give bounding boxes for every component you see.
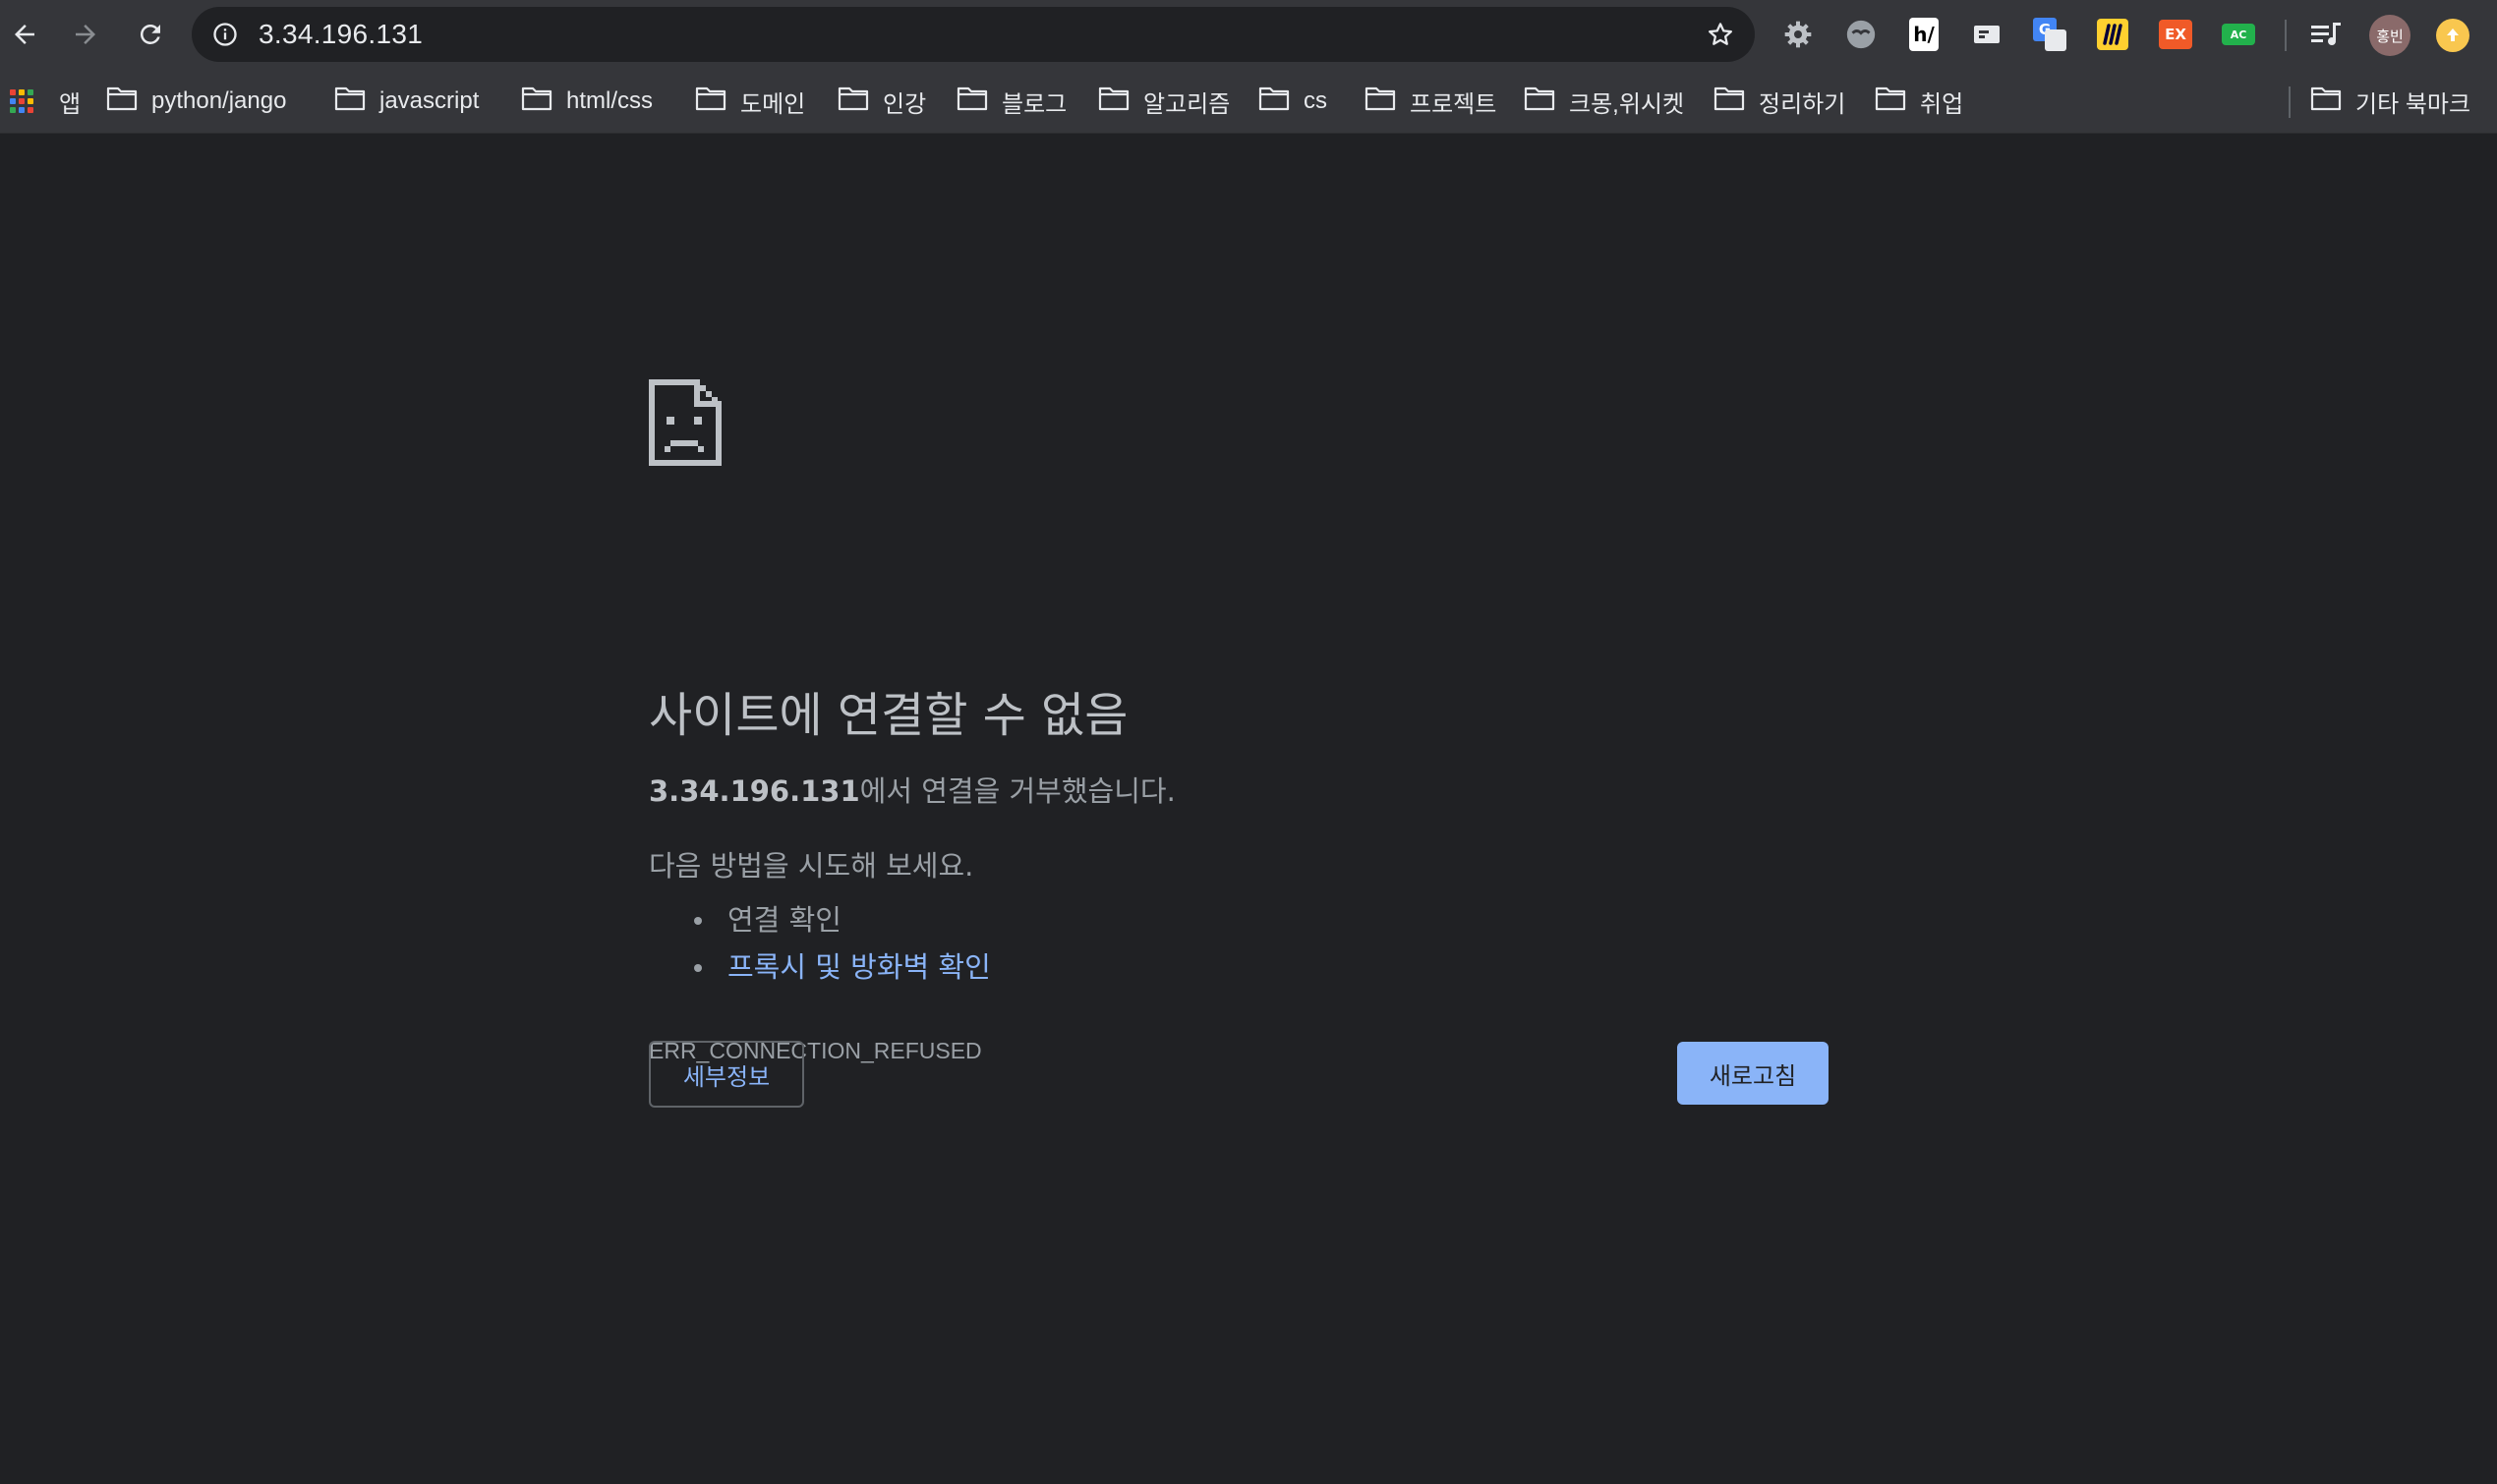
url-text[interactable]: 3.34.196.131 <box>259 7 423 62</box>
bookmark-folder-label: python/jango <box>151 87 287 114</box>
screen-extension-icon[interactable] <box>1967 15 2006 54</box>
folder-icon <box>1098 86 1130 118</box>
folder-icon <box>1365 86 1396 118</box>
folder-icon <box>957 86 988 118</box>
bookmark-folder[interactable]: javascript <box>334 69 479 134</box>
suggestion-check-connection: 연결 확인 <box>649 896 991 943</box>
bookmark-other[interactable]: 기타 북마크 <box>2310 69 2470 134</box>
bookmark-folder[interactable]: cs <box>1258 69 1327 134</box>
toolbar-divider <box>2285 20 2287 51</box>
reload-page-button[interactable]: 새로고침 <box>1677 1042 1829 1105</box>
bookmark-folder-label: 크몽,위시켓 <box>1569 90 1685 118</box>
site-info-icon[interactable] <box>211 21 239 52</box>
error-host: 3.34.196.131 <box>649 774 860 808</box>
bookmark-folder-label: cs <box>1304 87 1327 114</box>
suggestions-title: 다음 방법을 시도해 보세요. <box>649 849 974 883</box>
sad-file-icon <box>649 379 722 470</box>
details-button[interactable]: 세부정보 <box>649 1041 804 1108</box>
error-title: 사이트에 연결할 수 없음 <box>649 688 1129 743</box>
h-extension-icon[interactable]: h/ <box>1904 15 1944 54</box>
bookmark-star-icon[interactable] <box>1706 20 1735 53</box>
bookmark-folder-label: 알고리즘 <box>1143 90 1231 118</box>
bookmark-folder-label: 인강 <box>883 90 927 118</box>
bookmark-folder-label: 정리하기 <box>1759 90 1846 118</box>
error-message: 3.34.196.131에서 연결을 거부했습니다. <box>649 769 1176 810</box>
arrow-left-icon <box>10 20 39 49</box>
folder-icon <box>1875 86 1906 118</box>
bookmark-folder[interactable]: 크몽,위시켓 <box>1524 69 1684 134</box>
bookmark-folder-label: 블로그 <box>1002 90 1068 118</box>
face-extension-icon[interactable] <box>1841 15 1881 54</box>
media-control-icon[interactable] <box>2306 15 2346 54</box>
ex-extension-icon[interactable]: EX <box>2156 15 2195 54</box>
bookmark-folder[interactable]: 프로젝트 <box>1365 69 1496 134</box>
bookmark-apps-label: 앱 <box>59 90 82 118</box>
bookmark-other-label: 기타 북마크 <box>2355 90 2471 118</box>
bookmark-folder[interactable]: 알고리즘 <box>1098 69 1230 134</box>
suggestion-check-proxy-firewall-link[interactable]: 프록시 및 방화벽 확인 <box>649 943 991 991</box>
error-message-suffix: 에서 연결을 거부했습니다. <box>859 774 1176 808</box>
bookmark-folder[interactable]: html/css <box>521 69 653 134</box>
bookmark-folder-label: javascript <box>379 87 480 114</box>
folder-icon <box>106 86 138 118</box>
bookmark-folder[interactable]: 도메인 <box>695 69 805 134</box>
profile-avatar[interactable]: 홍빈 <box>2369 15 2410 56</box>
folder-icon <box>1524 86 1555 118</box>
bookmark-apps[interactable]: 앱 <box>10 69 81 134</box>
bookmark-folder[interactable]: 인강 <box>838 69 926 134</box>
update-icon[interactable] <box>2436 19 2469 52</box>
folder-icon <box>521 86 552 118</box>
address-bar[interactable]: 3.34.196.131 <box>192 7 1755 62</box>
folder-icon <box>334 86 366 118</box>
gear-extension-icon[interactable] <box>1778 15 1818 54</box>
folder-icon <box>2310 86 2342 118</box>
bookmark-folder[interactable]: 블로그 <box>957 69 1067 134</box>
bookmark-folder[interactable]: 정리하기 <box>1713 69 1845 134</box>
folder-icon <box>838 86 869 118</box>
suggestions-list: 연결 확인 프록시 및 방화벽 확인 <box>649 896 991 991</box>
reload-button[interactable] <box>126 10 175 59</box>
bookmarks-bar: 앱 python/jango javascript html/css 도메인 인강 블로그… <box>0 69 2497 134</box>
apps-grid-icon <box>10 89 33 113</box>
bookmark-folder-label: 취업 <box>1920 90 1964 118</box>
bookmark-folder-label: 도메인 <box>740 90 806 118</box>
google-translate-icon[interactable]: G <box>2030 15 2069 54</box>
back-button[interactable] <box>0 10 49 59</box>
ac-extension-icon[interactable]: AC <box>2219 15 2258 54</box>
miro-icon[interactable] <box>2093 15 2132 54</box>
bookmark-folder-label: html/css <box>566 87 654 114</box>
bookmarks-divider <box>2289 86 2291 118</box>
folder-icon <box>1713 86 1745 118</box>
forward-button[interactable] <box>61 10 110 59</box>
browser-toolbar: 3.34.196.131 h/ G EX AC 홍빈 <box>0 0 2497 69</box>
folder-icon <box>695 86 726 118</box>
bookmark-folder-label: 프로젝트 <box>1410 90 1497 118</box>
bookmark-folder[interactable]: python/jango <box>106 69 286 134</box>
refresh-icon <box>136 20 165 49</box>
arrow-right-icon <box>71 20 100 49</box>
bookmark-folder[interactable]: 취업 <box>1875 69 1963 134</box>
folder-icon <box>1258 86 1290 118</box>
